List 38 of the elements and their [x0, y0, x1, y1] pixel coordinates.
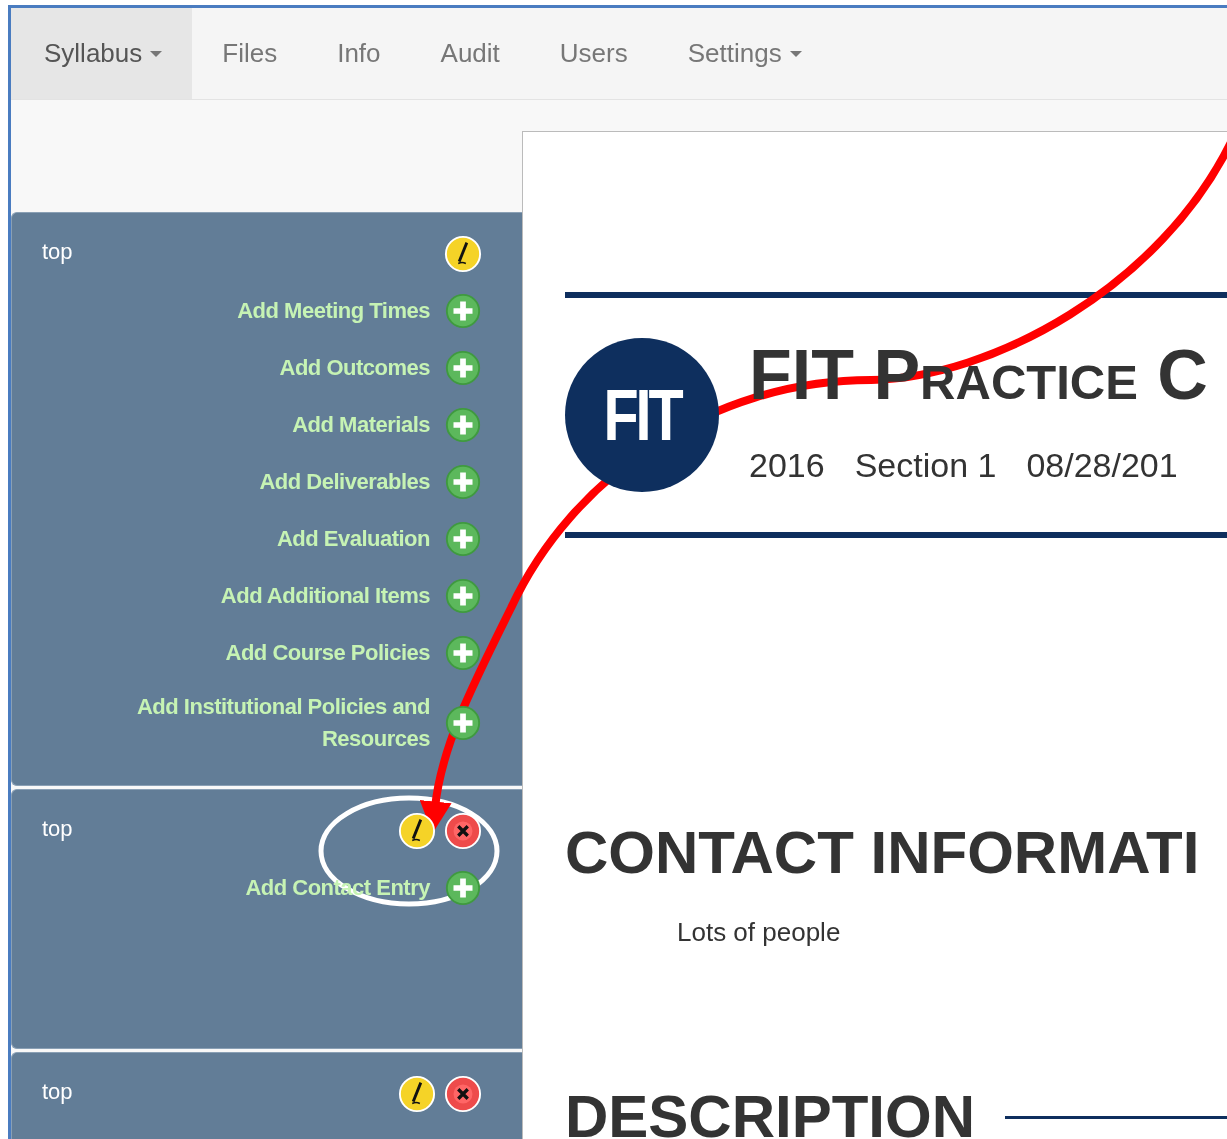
subtitle-text: Section 1 [854, 444, 997, 486]
nav-tab[interactable]: Syllabus [11, 8, 193, 99]
add-icon[interactable] [444, 292, 482, 330]
add-icon[interactable] [444, 634, 482, 672]
add-link[interactable]: Add Evaluation [276, 523, 430, 555]
add-icon[interactable] [444, 463, 482, 501]
nav-tab[interactable]: Audit [410, 8, 530, 99]
add-icon[interactable] [444, 349, 482, 387]
nav-tab[interactable]: Settings [657, 8, 832, 99]
delete-icon[interactable] [444, 1074, 482, 1113]
add-link[interactable]: Add Deliverables [259, 466, 430, 498]
section-heading: CONTACT INFORMATI [565, 823, 1200, 883]
add-icon[interactable] [444, 868, 482, 907]
nav-tab[interactable]: Users [529, 8, 658, 99]
delete-icon[interactable] [444, 811, 482, 850]
section-heading: DESCRIPTION [565, 1087, 976, 1139]
add-link[interactable]: Add Meeting Times [237, 295, 430, 327]
add-link[interactable]: Add Institutional Policies and Resources [85, 691, 430, 755]
panel-label: top [42, 1077, 73, 1106]
panel-label: top [42, 814, 73, 843]
nav-tab[interactable]: Info [307, 8, 411, 99]
section-text: Lots of people [676, 916, 842, 949]
add-icon[interactable] [444, 703, 482, 742]
add-icon[interactable] [444, 406, 482, 444]
logo: FIT [565, 338, 719, 492]
add-link[interactable]: Add Materials [292, 409, 430, 441]
add-icon[interactable] [444, 520, 482, 558]
nav-tab[interactable]: Files [192, 8, 308, 99]
pencil-icon[interactable] [398, 1074, 436, 1113]
add-link[interactable]: Add Additional Items [220, 580, 430, 612]
pencil-icon[interactable] [398, 811, 436, 850]
add-link[interactable]: Add Course Policies [225, 637, 430, 669]
subtitle-text: 2016 [749, 444, 825, 486]
add-link[interactable]: Add Outcomes [279, 352, 430, 384]
panel-label: top [42, 238, 73, 266]
pencil-icon[interactable] [444, 235, 482, 273]
add-icon[interactable] [444, 577, 482, 615]
subtitle-text: 08/28/201 [1026, 444, 1178, 486]
